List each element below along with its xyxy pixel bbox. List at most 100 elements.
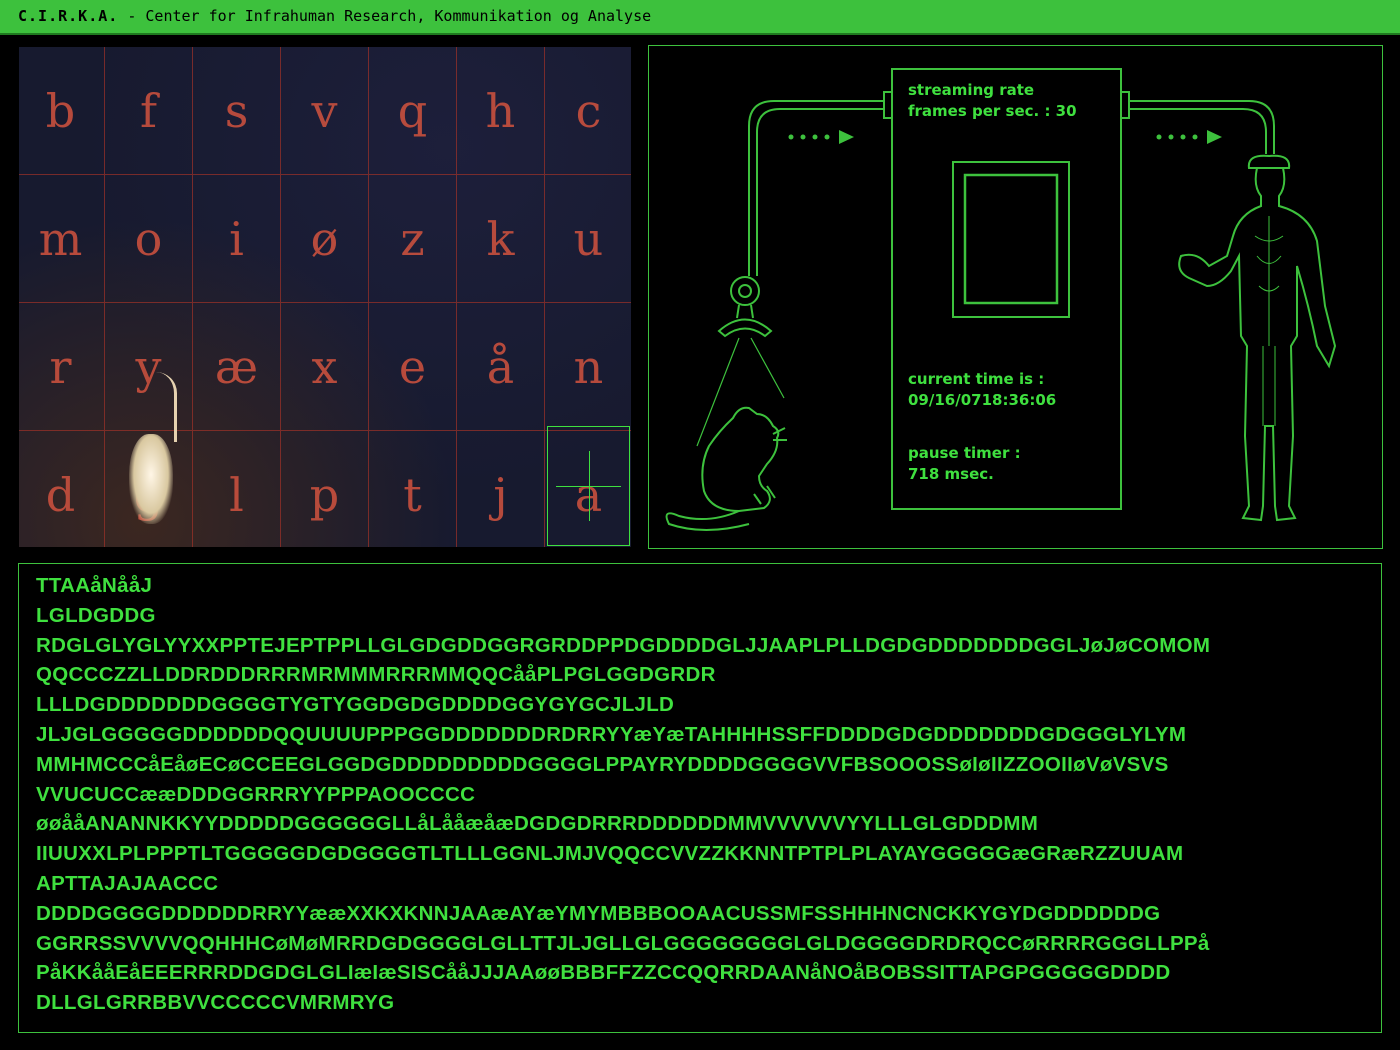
screen-inner [963, 173, 1059, 305]
grid-cell: ø [281, 175, 369, 303]
grid-cell: x [281, 303, 369, 431]
output-line: DLLGLGRRBBVVCCCCCVMRMRYG [36, 991, 395, 1015]
grid-letter: å [486, 339, 515, 394]
time-info: current time is : 09/16/0718:36:06 [908, 369, 1056, 411]
rat-body [129, 434, 173, 524]
brand-name: C.I.R.K.A. [18, 7, 119, 25]
output-line: QQCCCZZLLDDRDDDRRRMRMMMRRRMMQQCååPLPGLGG… [36, 663, 716, 687]
grid-cell: b [19, 47, 105, 175]
grid-letter: ø [310, 211, 339, 266]
streaming-label: streaming rate [908, 81, 1035, 99]
letter-grid: bfsvqhcmoiøzkuryæxeåndglptja [19, 47, 631, 547]
grid-letter: c [575, 83, 602, 138]
grid-cell: n [545, 303, 631, 431]
crosshair-vertical [589, 451, 590, 521]
output-line: TTAAåNååJ [36, 574, 153, 597]
grid-cell: m [19, 175, 105, 303]
grid-cell: l [193, 431, 281, 547]
grid-letter: h [485, 83, 516, 138]
grid-letter: l [229, 467, 244, 522]
webcam-icon [730, 276, 760, 306]
grid-cell: z [369, 175, 457, 303]
grid-letter: o [134, 211, 163, 266]
grid-cell: s [193, 47, 281, 175]
grid-letter: j [493, 467, 508, 522]
output-line: IIUUXXLPLPPPTLTGGGGGDGDGGGGTLTLLLGGNLJMJ… [36, 842, 1184, 866]
rat-tail [156, 372, 177, 442]
grid-letter: z [400, 211, 425, 266]
output-line: PåKKååEåEEERRRDDGDGLGLIæIæSISCååJJJAAøøB… [36, 961, 1171, 985]
pause-info: pause timer : 718 msec. [908, 443, 1021, 485]
grid-cell: k [457, 175, 545, 303]
pause-label: pause timer : [908, 444, 1021, 462]
grid-letter: x [311, 339, 338, 394]
brand-subtitle: - Center for Infrahuman Research, Kommun… [118, 7, 652, 25]
grid-letter: t [403, 467, 422, 522]
output-line: VVUCUCCææDDDGGRRRYYPPPAOOCCCC [36, 782, 476, 806]
grid-letter: v [311, 83, 338, 138]
grid-cell: å [457, 303, 545, 431]
grid-cell: v [281, 47, 369, 175]
title-bar: C.I.R.K.A. - Center for Infrahuman Resea… [0, 0, 1400, 35]
output-text-panel: TTAAåNååJ LGLDGDDG RDGLGLYGLYYXXPPTEJEPTPP… [18, 563, 1382, 1033]
grid-cell: y [105, 303, 193, 431]
grid-letter: m [38, 211, 83, 266]
grid-cell: h [457, 47, 545, 175]
left-arrow-icon [839, 130, 854, 144]
right-pipe-inner [1129, 108, 1267, 154]
time-label: current time is : [908, 370, 1045, 388]
output-line: øøååANANNKKYYDDDDDGGGGGGLLåLååæåæDGDGDRR… [36, 812, 1039, 836]
grid-cell: f [105, 47, 193, 175]
grid-cell: æ [193, 303, 281, 431]
pause-value: 718 msec. [908, 465, 994, 483]
grid-cell: u [545, 175, 631, 303]
grid-letter: e [398, 339, 427, 394]
output-line: APTTAJAJAACCC [36, 872, 219, 895]
camera-feed: bfsvqhcmoiøzkuryæxeåndglptja [19, 47, 631, 547]
right-connector [1120, 91, 1130, 119]
fps-label: frames per sec. : 30 [908, 102, 1077, 120]
grid-letter: u [573, 211, 604, 266]
left-connector [883, 91, 893, 119]
output-line: LLLDGDDDDDDDGGGGTYGTYGGDGDGDDDDGGYGYGCJL… [36, 693, 675, 717]
grid-letter: n [573, 339, 604, 394]
grid-cell: q [369, 47, 457, 175]
grid-letter: æ [214, 339, 259, 394]
streaming-info: streaming rate frames per sec. : 30 [908, 80, 1077, 122]
right-arrow-icon [1207, 130, 1222, 144]
grid-cell: t [369, 431, 457, 547]
output-line: JLJGLGGGGGDDDDDDQQUUUUPPPGGDDDDDDDRDRRYY… [36, 723, 1187, 746]
grid-cell: c [545, 47, 631, 175]
title-text: C.I.R.K.A. - Center for Infrahuman Resea… [18, 7, 651, 25]
screen-outer [952, 161, 1070, 318]
grid-letter: b [45, 83, 76, 138]
left-pipe [748, 100, 884, 276]
rat-icon [665, 406, 780, 531]
streaming-diagram: streaming rate frames per sec. : 30 curr… [648, 45, 1383, 549]
grid-cell: i [193, 175, 281, 303]
grid-cell: o [105, 175, 193, 303]
time-value: 09/16/0718:36:06 [908, 391, 1057, 409]
output-line: GGRRSSVVVVQQHHHCøMøMRRDGDGGGGLGLLTTJLJGL… [36, 931, 1210, 955]
grid-letter: d [45, 467, 76, 522]
grid-cell: e [369, 303, 457, 431]
grid-cell: j [457, 431, 545, 547]
grid-letter: k [486, 211, 515, 266]
tracking-target [547, 426, 630, 546]
grid-letter: f [139, 83, 158, 138]
grid-letter: s [224, 83, 249, 138]
grid-letter: i [229, 211, 244, 266]
camera-view-lines [696, 337, 785, 447]
output-line: MMHMCCCåEåøECøCCEEGLGGDGDDDDDDDDDGGGGLPP… [36, 752, 1169, 776]
output-line: DDDDGGGGDDDDDDRRYYææXXKXKNNJAAæAYæYMYMBB… [36, 901, 1161, 925]
output-line: RDGLGLYGLYYXXPPTEJEPTPPLLGLGDGDDGGRGRDDP… [36, 633, 1211, 657]
grid-letter: r [49, 339, 72, 394]
grid-letter: p [309, 467, 340, 522]
output-line: LGLDGDDG [36, 603, 156, 627]
grid-letter: q [397, 83, 428, 138]
human-icon [1178, 154, 1337, 522]
grid-cell: r [19, 303, 105, 431]
grid-cell: d [19, 431, 105, 547]
left-pipe-inner [756, 108, 884, 276]
grid-cell: p [281, 431, 369, 547]
